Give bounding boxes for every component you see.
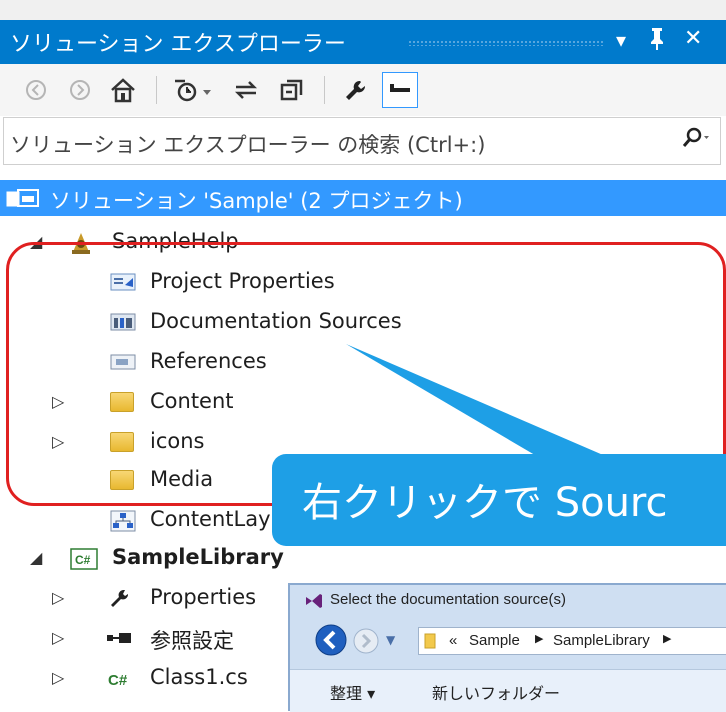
references-icon: [106, 628, 131, 648]
tree-item-label: ContentLay: [150, 507, 271, 531]
address-bar[interactable]: « Sample ▶ SampleLibrary ▶: [418, 627, 726, 655]
forward-icon[interactable]: [66, 74, 94, 106]
solution-label: ソリューション 'Sample' (2 プロジェクト): [50, 189, 463, 213]
folder-icon: [423, 632, 439, 654]
command-bar: 整理 ▾ 新しいフォルダー: [290, 669, 726, 712]
file-dialog: Select the documentation source(s) ▼ « S…: [288, 583, 726, 712]
callout-pointer: [346, 344, 610, 458]
collapsed-arrow-icon[interactable]: ▷: [52, 588, 64, 607]
preview-selected-items-icon[interactable]: [382, 72, 418, 108]
collapsed-arrow-icon[interactable]: ▷: [52, 628, 64, 647]
content-layout-icon: [110, 510, 136, 532]
csharp-project-icon: C#: [70, 548, 98, 570]
svg-text:C#: C#: [108, 672, 128, 689]
callout-bubble: 右クリックで Sourc: [272, 454, 726, 546]
panel-title: ソリューション エクスプローラー: [10, 32, 346, 57]
close-icon[interactable]: ✕: [684, 26, 702, 51]
back-icon[interactable]: [22, 74, 50, 106]
solution-node[interactable]: ソリューション 'Sample' (2 プロジェクト): [0, 180, 726, 216]
visual-studio-icon: [304, 591, 324, 613]
breadcrumb-overflow[interactable]: «: [449, 632, 457, 649]
organize-menu[interactable]: 整理 ▾: [330, 680, 375, 704]
search-box[interactable]: ソリューション エクスプローラー の検索 (Ctrl+:): [3, 117, 721, 165]
collapsed-arrow-icon[interactable]: ▷: [52, 668, 64, 687]
breadcrumb-separator-icon[interactable]: ▶: [535, 632, 543, 645]
back-button[interactable]: [314, 623, 348, 661]
forward-button[interactable]: [352, 627, 380, 659]
pin-icon[interactable]: [648, 26, 666, 56]
solution-explorer-panel: ソリューション エクスプローラー ▾ ✕ ソリューション エクスプローラー の検…: [0, 0, 726, 712]
tree-item-label: Class1.cs: [150, 665, 248, 689]
tree-item-label: 参照設定: [150, 629, 234, 653]
sync-icon[interactable]: [230, 74, 262, 106]
search-input[interactable]: ソリューション エクスプローラー の検索 (Ctrl+:): [10, 129, 485, 159]
home-icon[interactable]: [106, 74, 140, 106]
wrench-icon: [108, 588, 132, 608]
new-folder-button[interactable]: 新しいフォルダー: [432, 680, 560, 704]
pending-changes-filter-icon[interactable]: [170, 74, 218, 106]
toolbar: [0, 64, 726, 116]
toolbar-separator: [324, 76, 325, 104]
breadcrumb-item[interactable]: SampleLibrary: [553, 632, 650, 649]
dialog-title: Select the documentation source(s): [330, 591, 566, 608]
breadcrumb-separator-icon[interactable]: ▶: [663, 632, 671, 645]
wrench-icon[interactable]: [340, 74, 372, 106]
callout-text: 右クリックで Sourc: [302, 480, 668, 526]
solution-icon: [6, 188, 39, 208]
panel-header: ソリューション エクスプローラー ▾ ✕: [0, 20, 726, 64]
collapse-all-icon[interactable]: [276, 74, 308, 106]
breadcrumb-item[interactable]: Sample: [469, 632, 520, 649]
project-label: SampleLibrary: [112, 545, 284, 569]
top-strip: [0, 0, 726, 20]
drag-grip[interactable]: [408, 40, 604, 46]
csharp-file-icon: C#: [106, 668, 138, 689]
history-dropdown-icon[interactable]: ▼: [386, 633, 395, 647]
svg-text:C#: C#: [75, 553, 91, 567]
toolbar-separator: [156, 76, 157, 104]
dropdown-icon[interactable]: ▾: [616, 28, 626, 52]
tree-item-label: Properties: [150, 585, 257, 609]
search-icon[interactable]: [680, 126, 710, 156]
expanded-arrow-icon[interactable]: ◢: [30, 548, 42, 567]
